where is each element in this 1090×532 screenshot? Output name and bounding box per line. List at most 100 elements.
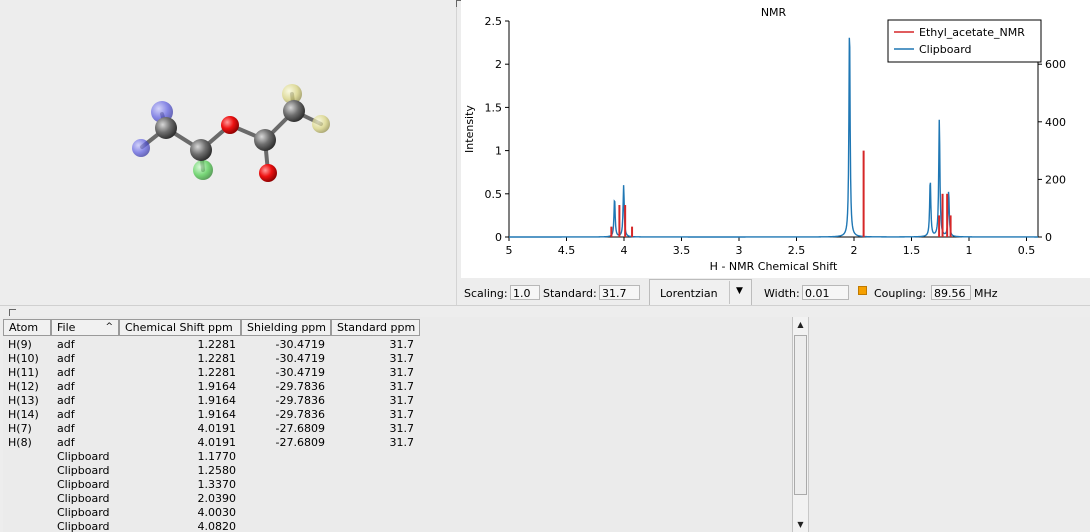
cell-file: Clipboard (57, 464, 110, 477)
col-header-shielding[interactable]: Shielding ppm (241, 319, 331, 336)
legend-label-clipboard: Clipboard (919, 43, 972, 56)
carbon-atom (190, 139, 212, 161)
table-row[interactable]: Clipboard 2.0390 (3, 492, 792, 506)
cell-chemical-shift: 1.3370 (197, 478, 237, 491)
scaling-input[interactable]: 1.0 (510, 285, 540, 300)
cell-shielding: -27.6809 (275, 436, 325, 449)
cell-shielding: -30.4719 (275, 338, 325, 351)
lineshape-value: Lorentzian (660, 287, 718, 300)
legend-label-ethyl-acetate: Ethyl_acetate_NMR (919, 26, 1025, 39)
table-row[interactable]: Clipboard 4.0030 (3, 506, 792, 520)
lineshape-select[interactable]: Lorentzian ▼ (649, 279, 752, 306)
cell-atom: H(13) (8, 394, 39, 407)
cell-file: Clipboard (57, 450, 110, 463)
scaling-label: Scaling: (464, 287, 508, 300)
cell-atom: H(10) (8, 352, 39, 365)
cell-chemical-shift: 1.2281 (197, 338, 237, 351)
cell-chemical-shift: 1.9164 (197, 394, 237, 407)
sort-ascending-icon: ^ (105, 322, 113, 332)
x-tick-label: 4.5 (558, 244, 576, 257)
col-header-standard[interactable]: Standard ppm (331, 319, 420, 336)
table-row[interactable]: H(12) adf 1.9164 -29.7836 31.7 (3, 380, 792, 394)
oxygen-atom (221, 116, 239, 134)
table-row[interactable]: H(9) adf 1.2281 -30.4719 31.7 (3, 338, 792, 352)
carbon-atom (254, 129, 276, 151)
coupling-color-swatch[interactable] (858, 286, 867, 295)
clipboard-series-line (508, 37, 1038, 238)
width-input[interactable]: 0.01 (802, 285, 849, 300)
cell-standard: 31.7 (389, 366, 415, 379)
scrollbar-thumb[interactable] (794, 335, 807, 495)
cell-standard: 31.7 (389, 422, 415, 435)
hydrogen-atom (132, 139, 150, 157)
table-row[interactable]: H(7) adf 4.0191 -27.6809 31.7 (3, 422, 792, 436)
cell-standard: 31.7 (389, 338, 415, 351)
cell-chemical-shift: 1.9164 (197, 380, 237, 393)
molecule-viewer[interactable] (0, 0, 456, 305)
cell-chemical-shift: 1.2580 (197, 464, 237, 477)
y-axis-label: Intensity (463, 105, 476, 153)
table-row[interactable]: Clipboard 4.0820 (3, 520, 792, 532)
oxygen-atom (259, 164, 277, 182)
carbon-atom (155, 117, 177, 139)
table-scrollbar[interactable]: ▲ ▼ (792, 317, 808, 532)
cell-file: adf (57, 422, 75, 435)
horizontal-splitter[interactable] (0, 305, 1090, 316)
x-axis-label: H - NMR Chemical Shift (710, 260, 838, 273)
table-row[interactable]: Clipboard 1.3370 (3, 478, 792, 492)
cell-file: adf (57, 352, 75, 365)
col-header-file-label: File (57, 321, 76, 334)
splitter-corner-icon (9, 309, 16, 316)
cell-standard: 31.7 (389, 436, 415, 449)
col-header-file[interactable]: File ^ (51, 319, 119, 336)
width-label: Width: (764, 287, 800, 300)
spectrum-controls: Scaling: 1.0 Standard: 31.7 Lorentzian ▼… (461, 278, 1090, 308)
table-row[interactable]: H(13) adf 1.9164 -29.7836 31.7 (3, 394, 792, 408)
x-tick-label: 2 (851, 244, 858, 257)
chevron-down-icon: ▼ (736, 286, 743, 296)
x-tick-label: 1 (966, 244, 973, 257)
cell-file: adf (57, 394, 75, 407)
col-header-atom[interactable]: Atom (3, 319, 51, 336)
cell-chemical-shift: 4.0191 (197, 422, 237, 435)
table-row[interactable]: H(14) adf 1.9164 -29.7836 31.7 (3, 408, 792, 422)
y-tick-label: 2 (495, 58, 502, 71)
scroll-up-icon[interactable]: ▲ (793, 317, 808, 332)
nmr-plot: NMR 5 4.5 4 3.5 3 2.5 2 1.5 1 0.5 0 0.5 1 1.5 2 2.5 0 200 4… (461, 0, 1090, 278)
carbon-atom (283, 100, 305, 122)
cell-file: adf (57, 338, 75, 351)
standard-input[interactable]: 31.7 (599, 285, 640, 300)
table-row[interactable]: H(10) adf 1.2281 -30.4719 31.7 (3, 352, 792, 366)
shift-table[interactable]: Atom File ^ Chemical Shift ppm Shielding… (3, 317, 792, 532)
cell-chemical-shift: 1.2281 (197, 352, 237, 365)
y2-tick-label: 400 (1045, 116, 1066, 129)
x-tick-label: 2.5 (788, 244, 806, 257)
y-tick-label: 1.5 (485, 101, 503, 114)
cell-standard: 31.7 (389, 408, 415, 421)
cell-standard: 31.7 (389, 380, 415, 393)
cell-atom: H(9) (8, 338, 32, 351)
cell-shielding: -29.7836 (275, 408, 325, 421)
molecule-3d-view[interactable] (0, 0, 456, 305)
table-row[interactable]: H(8) adf 4.0191 -27.6809 31.7 (3, 436, 792, 450)
cell-chemical-shift: 1.1770 (197, 450, 237, 463)
cell-shielding: -30.4719 (275, 366, 325, 379)
hydrogen-atom (193, 160, 213, 180)
table-row[interactable]: Clipboard 1.1770 (3, 450, 792, 464)
cell-file: Clipboard (57, 520, 110, 532)
col-header-chemical-shift[interactable]: Chemical Shift ppm (119, 319, 241, 336)
y-tick-label: 0.5 (485, 188, 503, 201)
table-row[interactable]: H(11) adf 1.2281 -30.4719 31.7 (3, 366, 792, 380)
cell-file: adf (57, 408, 75, 421)
scroll-down-icon[interactable]: ▼ (793, 517, 808, 532)
x-tick-label: 1.5 (903, 244, 921, 257)
coupling-input[interactable]: 89.56 (931, 285, 971, 300)
cell-chemical-shift: 1.2281 (197, 366, 237, 379)
x-tick-label: 5 (506, 244, 513, 257)
hydrogen-atom (312, 115, 330, 133)
cell-file: Clipboard (57, 478, 110, 491)
table-row[interactable]: Clipboard 1.2580 (3, 464, 792, 478)
cell-shielding: -29.7836 (275, 394, 325, 407)
cell-chemical-shift: 1.9164 (197, 408, 237, 421)
x-tick-label: 3 (736, 244, 743, 257)
